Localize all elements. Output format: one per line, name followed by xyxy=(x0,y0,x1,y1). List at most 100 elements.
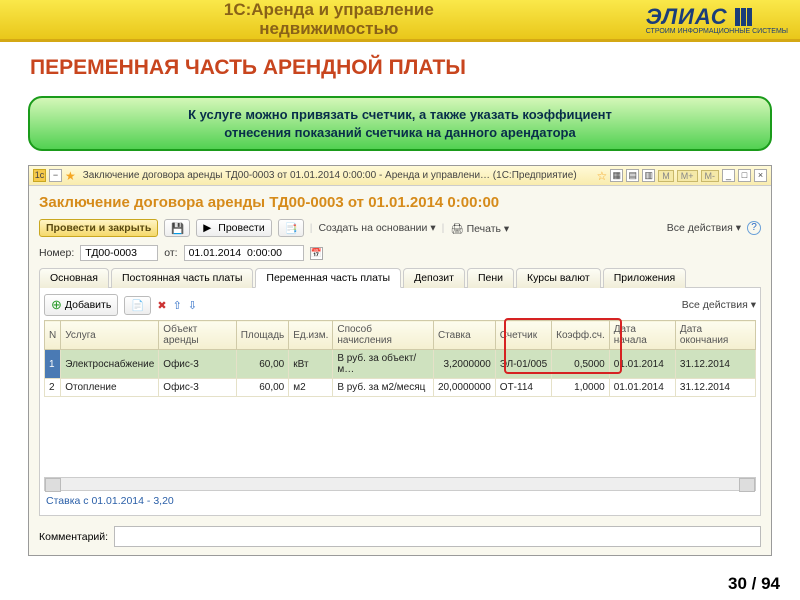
col-d1[interactable]: Дата начала xyxy=(609,321,675,350)
cell[interactable]: 2 xyxy=(45,379,61,397)
date-input[interactable] xyxy=(184,245,304,261)
cell[interactable]: 31.12.2014 xyxy=(675,379,755,397)
comment-row: Комментарий: xyxy=(29,522,771,555)
panel-all-actions[interactable]: Все действия ▾ xyxy=(682,299,756,311)
table-row[interactable]: 2 Отопление Офис-3 60,00 м2 В руб. за м2… xyxy=(45,379,756,397)
help-icon[interactable]: ? xyxy=(747,221,761,235)
m-chip[interactable]: M xyxy=(658,170,674,182)
cell[interactable]: кВт xyxy=(289,350,333,379)
win-close-icon[interactable]: × xyxy=(754,169,767,182)
save-button[interactable]: 💾 xyxy=(164,219,190,237)
tab-deposit[interactable]: Депозит xyxy=(403,268,465,288)
panel-all-label: Все действия xyxy=(682,299,748,311)
up-icon[interactable]: ⇧ xyxy=(173,299,182,312)
cell[interactable]: Офис-3 xyxy=(159,350,236,379)
tool-icon-1[interactable]: ▦ xyxy=(610,169,623,182)
cell[interactable]: Электроснабжение xyxy=(61,350,159,379)
m-plus-chip[interactable]: M+ xyxy=(677,170,698,182)
cell[interactable]: ОТ-114 xyxy=(495,379,551,397)
report-icon: 📑 xyxy=(285,222,297,234)
tab-rates[interactable]: Курсы валют xyxy=(516,268,601,288)
down-icon[interactable]: ⇩ xyxy=(188,299,197,312)
cell[interactable]: м2 xyxy=(289,379,333,397)
cell[interactable]: 01.01.2014 xyxy=(609,379,675,397)
cell[interactable]: 60,00 xyxy=(236,350,289,379)
col-d2[interactable]: Дата окончания xyxy=(675,321,755,350)
col-method[interactable]: Способ начисления xyxy=(333,321,434,350)
col-obj[interactable]: Объект аренды xyxy=(159,321,236,350)
cell[interactable]: 31.12.2014 xyxy=(675,350,755,379)
col-coef[interactable]: Коэфф.сч. xyxy=(552,321,610,350)
comment-input[interactable] xyxy=(114,526,761,547)
note-l1: К услуге можно привязать счетчик, а такж… xyxy=(188,107,612,122)
cell[interactable]: 1 xyxy=(45,350,61,379)
app-window: 1c − ★ Заключение договора аренды ТД00-0… xyxy=(28,165,772,556)
main-toolbar: Провести и закрыть 💾 ▶Провести 📑 | Созда… xyxy=(39,219,761,237)
win-max-icon[interactable]: □ xyxy=(738,169,751,182)
all-actions-label: Все действия xyxy=(667,222,733,234)
create-based-on[interactable]: Создать на основании ▾ xyxy=(318,222,435,234)
tab-attach[interactable]: Приложения xyxy=(603,268,686,288)
copy-button[interactable]: 📄 xyxy=(124,296,151,315)
run-icon: ▶ xyxy=(203,222,215,234)
header-row: N Услуга Объект аренды Площадь Ед.изм. С… xyxy=(45,321,756,350)
cell[interactable]: 20,0000000 xyxy=(433,379,495,397)
star-icon[interactable]: ☆ xyxy=(596,169,607,183)
date-label: от: xyxy=(164,247,177,259)
calendar-icon[interactable]: 📅 xyxy=(310,247,323,260)
cell[interactable]: 3,2000000 xyxy=(433,350,495,379)
calc-icon[interactable]: ▥ xyxy=(642,169,655,182)
top-banner: 1С:Аренда и управление недвижимостью ЭЛИ… xyxy=(0,0,800,42)
banner-title: 1С:Аренда и управление недвижимостью xyxy=(12,1,646,38)
m-minus-chip[interactable]: M- xyxy=(701,170,720,182)
tabs: Основная Постоянная часть платы Переменн… xyxy=(39,267,761,288)
minimize-icon[interactable]: − xyxy=(49,169,62,182)
table-row[interactable]: 1 Электроснабжение Офис-3 60,00 кВт В ру… xyxy=(45,350,756,379)
app-icon: 1c xyxy=(33,169,46,182)
col-area[interactable]: Площадь xyxy=(236,321,289,350)
all-actions[interactable]: Все действия ▾ xyxy=(667,222,741,234)
comment-label: Комментарий: xyxy=(39,531,108,543)
col-ed[interactable]: Ед.изм. xyxy=(289,321,333,350)
col-service[interactable]: Услуга xyxy=(61,321,159,350)
win-min-icon[interactable]: _ xyxy=(722,169,735,182)
report-button[interactable]: 📑 xyxy=(278,219,304,237)
h-scrollbar[interactable] xyxy=(44,477,756,491)
info-note: К услуге можно привязать счетчик, а такж… xyxy=(28,96,772,151)
cell[interactable]: 60,00 xyxy=(236,379,289,397)
banner-title-l2: недвижимостью xyxy=(259,19,398,38)
col-meter[interactable]: Счетчик xyxy=(495,321,551,350)
logo-text: ЭЛИАС xyxy=(646,4,728,29)
col-rate[interactable]: Ставка xyxy=(433,321,495,350)
tab-peni[interactable]: Пени xyxy=(467,268,514,288)
cell[interactable]: ЭЛ-01/005 xyxy=(495,350,551,379)
banner-title-l1: 1С:Аренда и управление xyxy=(224,0,434,19)
tab-main[interactable]: Основная xyxy=(39,268,109,288)
favorite-icon[interactable]: ★ xyxy=(65,169,76,183)
plus-icon: ⊕ xyxy=(51,297,62,313)
tab-const[interactable]: Постоянная часть платы xyxy=(111,268,253,288)
cell[interactable]: 01.01.2014 xyxy=(609,350,675,379)
cell[interactable]: В руб. за объект/м… xyxy=(333,350,434,379)
slide-title: ПЕРЕМЕННАЯ ЧАСТЬ АРЕНДНОЙ ПЛАТЫ xyxy=(0,42,800,88)
col-n[interactable]: N xyxy=(45,321,61,350)
cell[interactable]: Отопление xyxy=(61,379,159,397)
cell[interactable]: 1,0000 xyxy=(552,379,610,397)
tab-panel: ⊕Добавить 📄 ✖ ⇧ ⇩ Все действия ▾ N Услуг… xyxy=(39,288,761,516)
rate-info: Ставка с 01.01.2014 - 3,20 xyxy=(44,491,756,511)
title-bar: 1c − ★ Заключение договора аренды ТД00-0… xyxy=(29,166,771,186)
delete-icon[interactable]: ✖ xyxy=(157,299,166,312)
tab-variable[interactable]: Переменная часть платы xyxy=(255,268,401,288)
run-button[interactable]: ▶Провести xyxy=(196,219,271,237)
tool-icon-2[interactable]: ▤ xyxy=(626,169,639,182)
cell[interactable]: В руб. за м2/месяц xyxy=(333,379,434,397)
cell[interactable]: 0,5000 xyxy=(552,350,610,379)
note-l2: отнесения показаний счетчика на данного … xyxy=(224,125,575,140)
cell[interactable]: Офис-3 xyxy=(159,379,236,397)
print-button[interactable]: 🖨 Печать ▾ xyxy=(450,222,509,235)
services-grid[interactable]: N Услуга Объект аренды Площадь Ед.изм. С… xyxy=(44,320,756,397)
panel-toolbar: ⊕Добавить 📄 ✖ ⇧ ⇩ Все действия ▾ xyxy=(44,292,756,320)
run-close-button[interactable]: Провести и закрыть xyxy=(39,219,158,237)
add-button[interactable]: ⊕Добавить xyxy=(44,294,118,316)
num-input[interactable] xyxy=(80,245,158,261)
